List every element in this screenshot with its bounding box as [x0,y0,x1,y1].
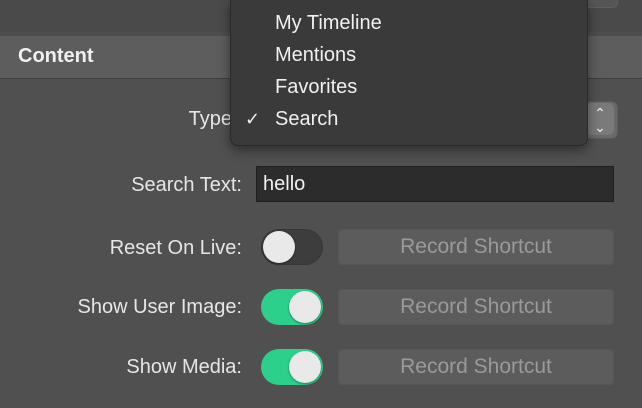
show-user-image-shortcut-button[interactable]: Record Shortcut [338,289,614,325]
checkmark-icon: ✓ [245,109,261,129]
search-text-field[interactable] [256,166,614,202]
reset-on-live-label: Reset On Live: [109,237,242,259]
show-user-image-toggle[interactable] [261,289,323,325]
chevron-up-icon: ⌃ [594,105,606,121]
menu-item-favorites[interactable]: Favorites [275,76,357,99]
reset-on-live-toggle[interactable] [261,229,323,265]
reset-on-live-shortcut-button[interactable]: Record Shortcut [338,229,614,265]
section-title: Content [18,45,94,67]
toggle-knob [289,351,321,383]
toggle-knob [289,291,321,323]
toggle-knob [263,231,295,263]
type-stepper[interactable]: ⌃ ⌄ [586,103,614,135]
menu-item-search[interactable]: Search [275,108,338,131]
show-user-image-label: Show User Image: [77,296,242,318]
menu-item-mentions[interactable]: Mentions [275,44,356,67]
show-media-label: Show Media: [126,356,242,378]
menu-item-my-timeline[interactable]: My Timeline [275,12,382,35]
type-label: Type [188,108,232,130]
search-text-label: Search Text: [131,174,242,196]
type-dropdown-menu: My Timeline Mentions Favorites ✓ Search [230,0,588,146]
chevron-down-icon: ⌄ [594,119,606,135]
show-media-shortcut-button[interactable]: Record Shortcut [338,349,614,385]
show-media-toggle[interactable] [261,349,323,385]
